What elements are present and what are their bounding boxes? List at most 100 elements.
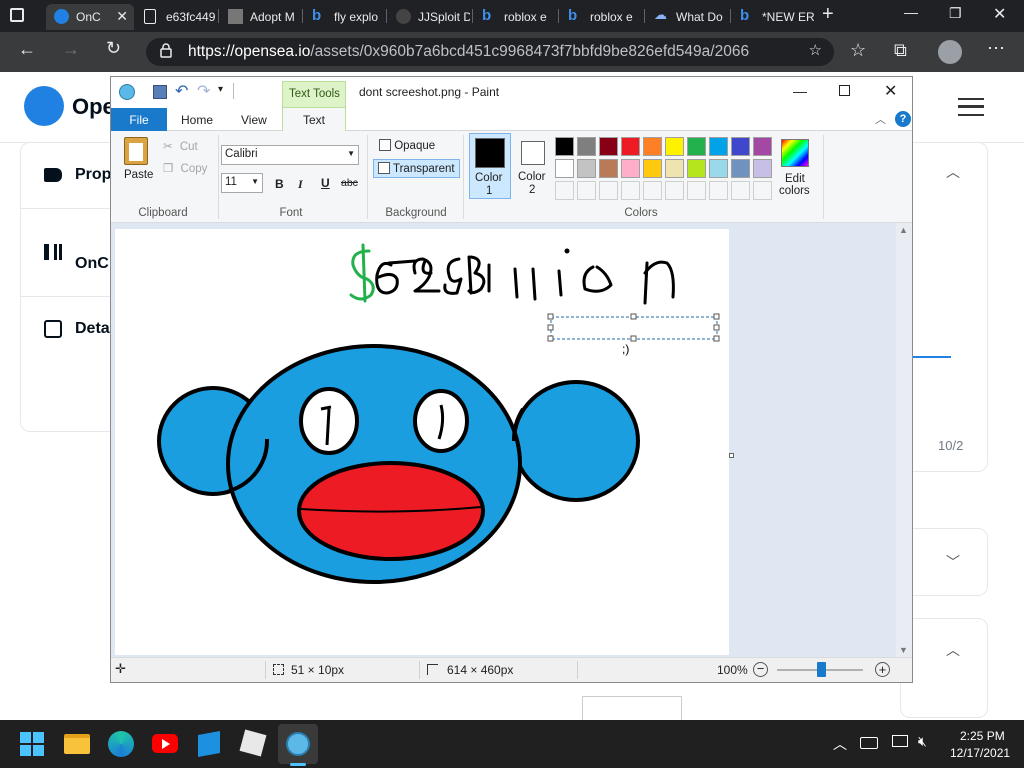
- close-browser-icon[interactable]: ✕: [993, 4, 1006, 24]
- underline-button[interactable]: U: [321, 176, 330, 190]
- save-icon[interactable]: [153, 85, 167, 99]
- maximize-icon[interactable]: [839, 85, 850, 96]
- color-swatch[interactable]: [577, 137, 596, 156]
- redo-icon[interactable]: ↷: [197, 81, 210, 101]
- empty-color-swatch[interactable]: [643, 181, 662, 200]
- transparent-button[interactable]: Transparent: [373, 159, 460, 178]
- font-size-select[interactable]: 11 ▼: [221, 173, 263, 193]
- file-explorer-icon[interactable]: [64, 734, 90, 754]
- browser-tab[interactable]: OnC ✕: [46, 4, 134, 30]
- empty-color-swatch[interactable]: [621, 181, 640, 200]
- scroll-down-icon[interactable]: ▼: [899, 645, 908, 655]
- scroll-up-icon[interactable]: ▲: [899, 225, 908, 235]
- tab-home[interactable]: Home: [181, 113, 213, 127]
- color-swatch[interactable]: [643, 159, 662, 178]
- empty-color-swatch[interactable]: [665, 181, 684, 200]
- address-bar[interactable]: https://opensea.io/assets/0x960b7a6bcd45…: [146, 38, 834, 66]
- color-swatch[interactable]: [577, 159, 596, 178]
- drawing-canvas[interactable]: ;): [115, 229, 729, 655]
- browser-tab[interactable]: b *NEW ER: [732, 4, 814, 30]
- vertical-scrollbar[interactable]: ▲ ▼: [896, 223, 912, 657]
- refresh-icon[interactable]: ↻: [106, 38, 121, 59]
- color-swatch[interactable]: [621, 159, 640, 178]
- help-icon[interactable]: ?: [895, 111, 911, 127]
- empty-color-swatch[interactable]: [599, 181, 618, 200]
- empty-color-swatch[interactable]: [753, 181, 772, 200]
- font-family-select[interactable]: Calibri ▼: [221, 145, 359, 165]
- color-swatch[interactable]: [731, 137, 750, 156]
- color-swatch[interactable]: [599, 159, 618, 178]
- back-icon[interactable]: ←: [18, 39, 36, 60]
- edge-icon[interactable]: [108, 731, 134, 757]
- color-swatch[interactable]: [687, 137, 706, 156]
- minimize-ribbon-icon[interactable]: ︿: [875, 111, 886, 127]
- tab-text[interactable]: Text: [282, 107, 346, 132]
- browser-tab[interactable]: ☁ What Do: [646, 4, 728, 30]
- close-icon[interactable]: ✕: [884, 81, 897, 101]
- minimize-icon[interactable]: —: [793, 83, 807, 99]
- color1-button[interactable]: Color 1: [469, 133, 511, 199]
- restore-browser-icon[interactable]: ❐: [949, 5, 962, 22]
- tab-view[interactable]: View: [241, 113, 267, 127]
- tab-actions-icon[interactable]: [10, 8, 24, 22]
- chevron-down-icon[interactable]: ﹀: [946, 552, 960, 572]
- store-icon[interactable]: [198, 731, 220, 757]
- browser-tab[interactable]: b fly explo: [304, 4, 386, 30]
- color-swatch[interactable]: [753, 137, 772, 156]
- clock-date[interactable]: 12/17/2021: [950, 746, 1010, 760]
- opensea-logo-text[interactable]: Ope: [72, 94, 115, 120]
- roblox-icon[interactable]: [239, 729, 267, 757]
- collection-label[interactable]: OnC: [75, 255, 109, 273]
- cut-button[interactable]: ✂ Cut: [163, 139, 198, 153]
- more-menu-icon[interactable]: ⋯: [987, 38, 1005, 59]
- empty-color-swatch[interactable]: [687, 181, 706, 200]
- undo-icon[interactable]: ↶: [175, 81, 188, 101]
- display-icon[interactable]: [892, 735, 908, 747]
- color-swatch[interactable]: [555, 159, 574, 178]
- expanded-panel[interactable]: [900, 618, 988, 718]
- bold-button[interactable]: B: [275, 177, 284, 191]
- copy-button[interactable]: ❐ Copy: [163, 161, 207, 175]
- empty-color-swatch[interactable]: [709, 181, 728, 200]
- zoom-out-icon[interactable]: −: [753, 662, 768, 677]
- zoom-slider-thumb[interactable]: [817, 662, 826, 677]
- details-label[interactable]: Deta: [75, 320, 110, 338]
- color-swatch[interactable]: [555, 137, 574, 156]
- color-swatch[interactable]: [643, 137, 662, 156]
- color2-button[interactable]: Color 2: [513, 133, 551, 199]
- forward-icon[interactable]: →: [62, 39, 80, 60]
- collections-icon[interactable]: ⧉: [894, 40, 907, 61]
- color-swatch[interactable]: [665, 137, 684, 156]
- browser-tab[interactable]: b roblox e: [560, 4, 642, 30]
- canvas-resize-handle[interactable]: [729, 453, 734, 458]
- chevron-up-icon[interactable]: ︿: [946, 640, 960, 660]
- paint-taskbar-icon[interactable]: [286, 732, 310, 756]
- new-tab-icon[interactable]: +: [822, 3, 834, 26]
- volume-muted-icon[interactable]: 🔇︎: [918, 733, 927, 750]
- browser-tab[interactable]: e63fc449: [136, 4, 216, 30]
- tab-file[interactable]: File: [111, 108, 167, 131]
- hamburger-menu-icon[interactable]: [958, 98, 984, 116]
- minimize-browser-icon[interactable]: —: [904, 4, 918, 20]
- color-swatch[interactable]: [687, 159, 706, 178]
- browser-tab[interactable]: JJSploit D: [388, 4, 470, 30]
- properties-label[interactable]: Prop: [75, 166, 111, 184]
- show-hidden-icons-icon[interactable]: ︿: [833, 734, 847, 754]
- start-icon[interactable]: [20, 732, 44, 756]
- profile-avatar[interactable]: [938, 40, 962, 64]
- empty-color-swatch[interactable]: [555, 181, 574, 200]
- color-swatch[interactable]: [599, 137, 618, 156]
- edit-colors-button[interactable]: Edit colors: [777, 137, 817, 197]
- strikethrough-button[interactable]: abc: [341, 177, 358, 189]
- italic-button[interactable]: I: [298, 177, 303, 192]
- clock-time[interactable]: 2:25 PM: [960, 729, 1005, 743]
- lock-icon[interactable]: [160, 43, 172, 58]
- collapsed-panel[interactable]: [900, 528, 988, 596]
- paint-app-icon[interactable]: [119, 84, 135, 100]
- color-swatch[interactable]: [753, 159, 772, 178]
- add-favorite-icon[interactable]: ☆: [809, 41, 822, 59]
- quick-access-dropdown-icon[interactable]: ▾: [218, 84, 223, 95]
- keyboard-icon[interactable]: [860, 737, 878, 749]
- paste-button[interactable]: Paste: [117, 135, 157, 185]
- selection-handles[interactable]: [547, 313, 720, 342]
